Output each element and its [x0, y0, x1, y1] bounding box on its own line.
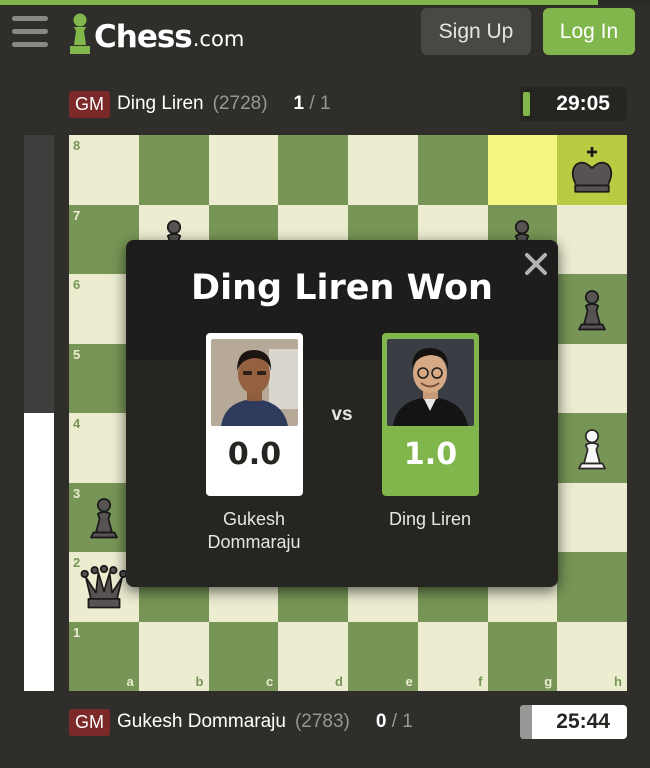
- square-h4[interactable]: [557, 413, 627, 483]
- inactive-clock-indicator: [520, 705, 532, 739]
- menu-icon[interactable]: [12, 14, 48, 48]
- sign-up-button[interactable]: Sign Up: [421, 8, 531, 55]
- rank-label: 5: [73, 346, 81, 362]
- rank-label: 7: [73, 207, 81, 223]
- square-d1[interactable]: d: [278, 621, 348, 691]
- modal-title: Ding Liren Won: [191, 268, 493, 308]
- loser-player-card[interactable]: 0.0: [206, 333, 303, 496]
- player-avatar: [211, 339, 298, 426]
- square-c1[interactable]: c: [208, 621, 279, 691]
- rank-label: 1: [73, 624, 81, 640]
- file-label: e: [405, 674, 413, 689]
- square-f1[interactable]: f: [417, 621, 488, 691]
- active-clock-indicator: [523, 92, 530, 116]
- file-label: h: [614, 674, 622, 689]
- square-d8[interactable]: [278, 135, 348, 205]
- square-h6[interactable]: [557, 274, 627, 344]
- square-a8[interactable]: 8: [69, 135, 139, 205]
- square-e1[interactable]: e: [348, 621, 418, 691]
- square-b8[interactable]: [138, 135, 209, 205]
- rank-label: 8: [73, 138, 81, 153]
- square-h7[interactable]: [557, 204, 627, 274]
- evaluation-white-fill: [24, 413, 54, 691]
- winner-player-card[interactable]: 1.0: [382, 333, 479, 496]
- square-g1[interactable]: g: [487, 621, 558, 691]
- logo-text: Chess: [94, 19, 193, 55]
- square-h5[interactable]: [557, 343, 627, 413]
- file-label: c: [266, 674, 274, 689]
- bottom-player-name[interactable]: Gukesh Dommaraju: [117, 711, 286, 733]
- square-b1[interactable]: b: [138, 621, 209, 691]
- file-label: b: [195, 674, 204, 689]
- gm-badge: GM: [69, 90, 110, 118]
- bottom-player-info: GM Gukesh Dommaraju (2783) 0 / 1: [69, 706, 413, 738]
- chess-com-logo[interactable]: Chess .com: [68, 10, 244, 56]
- square-f8[interactable]: [417, 135, 488, 205]
- loser-player-name: Gukesh Dommaraju: [207, 509, 301, 552]
- close-icon[interactable]: [522, 250, 550, 278]
- bottom-player-score: 0 / 1: [375, 711, 413, 732]
- square-h2[interactable]: [557, 552, 627, 622]
- rank-label: 4: [73, 416, 81, 431]
- square-h1[interactable]: h: [557, 621, 627, 691]
- square-g8[interactable]: [487, 135, 558, 205]
- file-label: a: [126, 674, 134, 689]
- square-c8[interactable]: [208, 135, 279, 205]
- file-label: d: [335, 674, 343, 689]
- game-result-modal: Ding Liren Won 0.0 vs 1.0 Gukesh Dommara…: [126, 240, 558, 587]
- versus-label: vs: [331, 404, 353, 425]
- square-e8[interactable]: [348, 135, 418, 205]
- square-h3[interactable]: [557, 482, 627, 552]
- logo-pawn-icon: [70, 13, 90, 54]
- white-pawn-icon[interactable]: [557, 413, 627, 483]
- loser-result: 0.0: [227, 437, 282, 472]
- log-in-button[interactable]: Log In: [543, 8, 635, 55]
- bottom-player-rating: (2783): [294, 711, 350, 732]
- black-king-icon[interactable]: [557, 135, 627, 205]
- file-label: g: [544, 674, 553, 689]
- top-player-clock: 29:05: [520, 87, 627, 121]
- top-progress-line: [0, 0, 650, 5]
- file-label: f: [478, 674, 483, 689]
- rank-label: 6: [73, 277, 81, 292]
- winner-result: 1.0: [403, 437, 458, 472]
- top-player-score: 1 / 1: [293, 93, 331, 114]
- bottom-player-clock: 25:44: [520, 705, 627, 739]
- player-avatar: [387, 339, 474, 426]
- evaluation-bar: [24, 135, 54, 691]
- black-pawn-icon[interactable]: [557, 274, 627, 344]
- top-player-info: GM Ding Liren (2728) 1 / 1: [69, 88, 331, 120]
- top-player-rating: (2728): [212, 93, 268, 114]
- top-player-name[interactable]: Ding Liren: [117, 93, 204, 115]
- winner-player-name: Ding Liren: [388, 509, 472, 529]
- gm-badge: GM: [69, 708, 110, 736]
- logo-domain: .com: [192, 27, 245, 51]
- square-h8[interactable]: [557, 135, 627, 205]
- square-a1[interactable]: 1a: [69, 621, 139, 691]
